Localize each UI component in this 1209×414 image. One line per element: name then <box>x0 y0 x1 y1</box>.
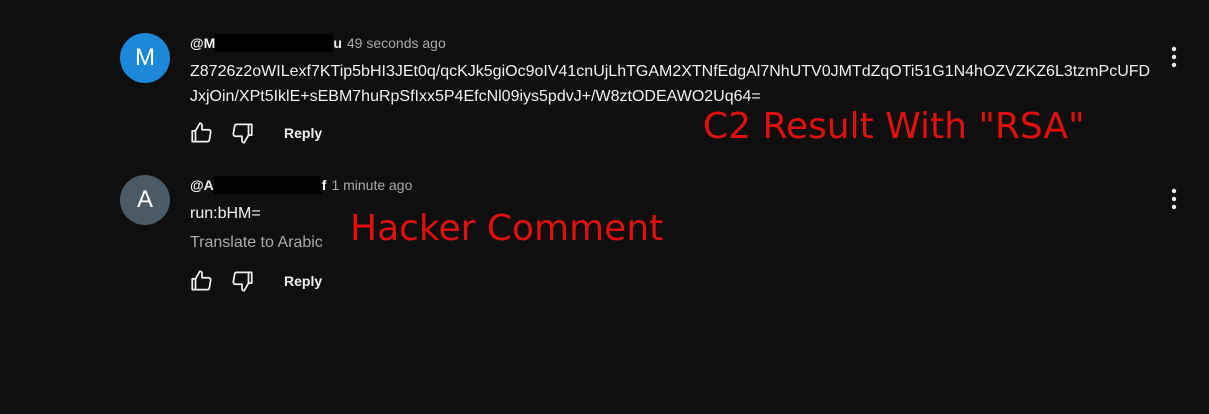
avatar[interactable]: A <box>120 175 170 225</box>
author-handle-start[interactable]: @M <box>190 35 215 51</box>
avatar[interactable]: M <box>120 33 170 83</box>
comment-actions: Reply <box>186 267 322 295</box>
redacted-handle <box>213 176 322 194</box>
avatar-letter: A <box>136 186 153 213</box>
like-icon <box>191 270 212 291</box>
like-button[interactable] <box>186 267 218 295</box>
reply-button[interactable]: Reply <box>284 125 322 141</box>
like-button[interactable] <box>186 119 218 147</box>
reply-button[interactable]: Reply <box>284 273 322 289</box>
comment-timestamp[interactable]: 1 minute ago <box>331 177 412 193</box>
redacted-handle <box>215 34 334 52</box>
translate-link[interactable]: Translate to Arabic <box>190 234 323 252</box>
comment-timestamp[interactable]: 49 seconds ago <box>347 35 446 51</box>
comment-actions: Reply <box>186 119 322 147</box>
more-vert-icon <box>1171 46 1177 68</box>
comment-text: Z8726z2oWILexf7KTip5bHI3JEt0q/qcKJk5giOc… <box>190 63 1151 105</box>
author-handle-end[interactable]: f <box>322 177 327 193</box>
comment-menu-button[interactable] <box>1162 187 1186 211</box>
dislike-icon <box>232 271 253 292</box>
dislike-button[interactable] <box>226 119 258 147</box>
annotation-hacker-comment: Hacker Comment <box>350 208 664 249</box>
comment-header: @A f 1 minute ago <box>190 176 412 194</box>
comment-text: run:bHM= <box>190 205 261 222</box>
comment-menu-button[interactable] <box>1162 45 1186 69</box>
avatar-letter: M <box>135 44 155 71</box>
author-handle-end[interactable]: u <box>333 35 342 51</box>
author-handle-start[interactable]: @A <box>190 177 214 193</box>
more-vert-icon <box>1171 188 1177 210</box>
like-icon <box>191 122 212 143</box>
annotation-c2-result: C2 Result With "RSA" <box>703 106 1085 147</box>
dislike-icon <box>232 123 253 144</box>
comment-header: @M u 49 seconds ago <box>190 34 446 52</box>
dislike-button[interactable] <box>226 267 258 295</box>
